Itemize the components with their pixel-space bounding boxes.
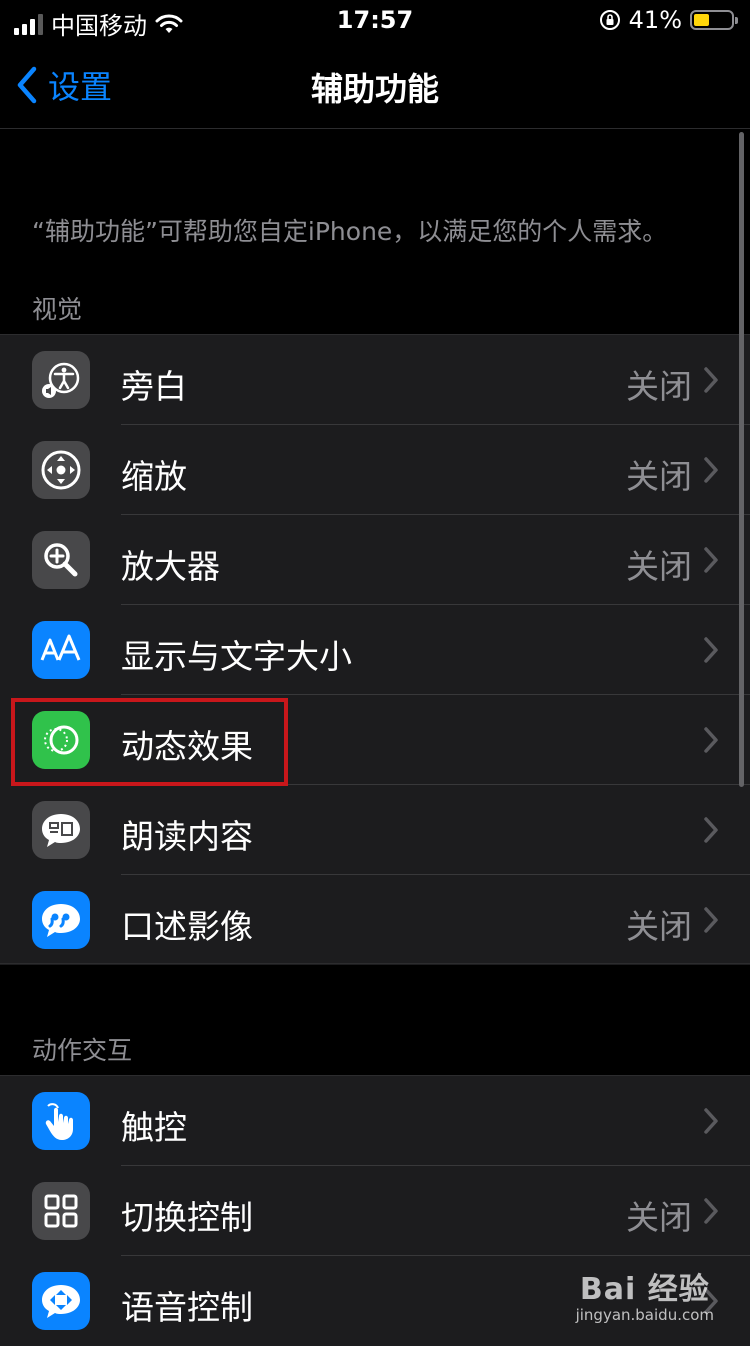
chevron-right-icon: [704, 547, 718, 573]
chevron-right-icon: [704, 637, 718, 663]
rotation-lock-icon: [599, 10, 620, 30]
row-zoom[interactable]: 缩放 关闭: [0, 425, 750, 515]
chevron-right-icon: [704, 457, 718, 483]
row-value: 关闭: [626, 907, 692, 946]
row-label: 缩放: [121, 457, 187, 496]
row-voiceover[interactable]: 旁白 关闭: [0, 335, 750, 425]
page-title: 辅助功能: [310, 70, 439, 108]
row-magnifier[interactable]: 放大器 关闭: [0, 515, 750, 605]
chevron-right-icon: [704, 907, 718, 933]
row-label: 放大器: [121, 547, 220, 586]
row-switch-control[interactable]: 切换控制 关闭: [0, 1166, 750, 1256]
baidu-jingyan-watermark: Bai 经验 jingyan.baidu.com: [576, 1264, 714, 1324]
zoom-icon: [32, 441, 90, 499]
spoken-content-icon: [32, 801, 90, 859]
switch-control-icon: [32, 1182, 90, 1240]
row-label: 朗读内容: [121, 817, 253, 856]
section-header-physical-motor: 动作交互: [32, 1036, 133, 1065]
row-value: 关闭: [626, 367, 692, 406]
row-label: 触控: [121, 1108, 187, 1147]
row-label: 切换控制: [121, 1198, 253, 1237]
navigation-bar: 设置 辅助功能: [0, 40, 750, 129]
chevron-right-icon: [704, 817, 718, 843]
touch-icon: [32, 1092, 90, 1150]
row-label: 旁白: [121, 367, 187, 406]
row-value: 关闭: [626, 1198, 692, 1237]
settings-group-vision: 旁白 关闭 缩放 关闭 放大器 关闭 显示与文字大小 动态效果 朗读内容 口述影…: [0, 334, 750, 965]
audio-description-icon: [32, 891, 90, 949]
watermark-url: jingyan.baidu.com: [575, 1306, 714, 1324]
row-touch[interactable]: 触控: [0, 1076, 750, 1166]
row-label: 显示与文字大小: [121, 637, 352, 676]
page-description: “辅助功能”可帮助您自定iPhone，以满足您的个人需求。: [32, 217, 668, 246]
chevron-right-icon: [704, 727, 718, 753]
group-bottom-border: [0, 963, 750, 964]
magnifier-icon: [32, 531, 90, 589]
battery-percent: 41%: [628, 6, 682, 34]
row-label: 口述影像: [121, 907, 253, 946]
row-label: 语音控制: [121, 1288, 253, 1327]
row-display-text-size[interactable]: 显示与文字大小: [0, 605, 750, 695]
chevron-right-icon: [704, 1198, 718, 1224]
chevron-right-icon: [704, 1108, 718, 1134]
voice-control-icon: [32, 1272, 90, 1330]
annotation-highlight-box: [11, 698, 288, 786]
section-header-vision: 视觉: [32, 295, 83, 324]
row-value: 关闭: [626, 457, 692, 496]
row-audio-descriptions[interactable]: 口述影像 关闭: [0, 875, 750, 965]
voiceover-icon: [32, 351, 90, 409]
chevron-right-icon: [704, 367, 718, 393]
scroll-indicator[interactable]: [739, 132, 744, 787]
row-spoken-content[interactable]: 朗读内容: [0, 785, 750, 875]
row-value: 关闭: [626, 547, 692, 586]
status-bar: 中国移动 17:57 41%: [0, 0, 750, 40]
battery-icon: [690, 10, 738, 30]
text-size-icon: [32, 621, 90, 679]
watermark-brand: Bai 经验: [579, 1272, 710, 1307]
